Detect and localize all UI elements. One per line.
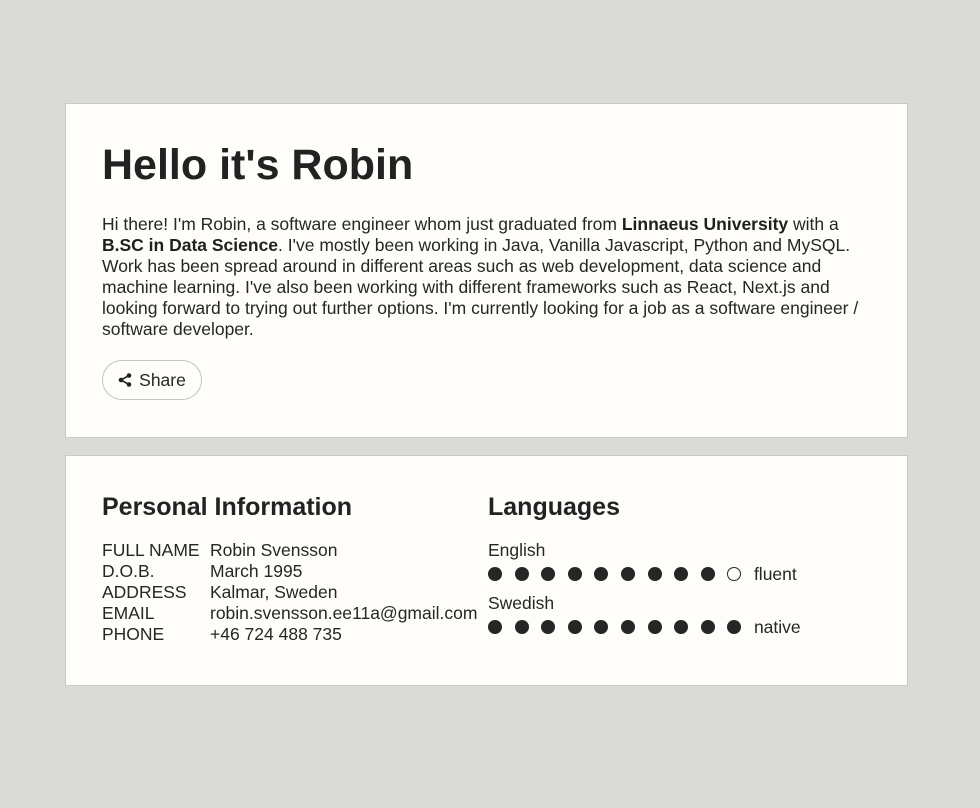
rating-dot-filled xyxy=(567,620,582,634)
info-row-phone: PHONE +46 724 488 735 xyxy=(102,624,477,645)
info-value: Kalmar, Sweden xyxy=(210,582,338,602)
share-icon xyxy=(118,373,132,387)
personal-info-title: Personal Information xyxy=(102,493,353,521)
rating-dot-filled xyxy=(647,620,662,634)
rating-dot-empty xyxy=(727,567,742,581)
university-name: Linnaeus University xyxy=(621,214,789,234)
bio-text: Hi there! I'm Robin, a software engineer… xyxy=(102,214,874,340)
rating-dots xyxy=(488,620,754,634)
rating-dot-filled xyxy=(488,620,502,634)
rating-dot-filled xyxy=(647,567,662,581)
language-level: fluent xyxy=(753,563,797,584)
rating-dot-filled xyxy=(620,567,635,581)
rating-dot-filled xyxy=(567,567,582,581)
share-button-label: Share xyxy=(139,369,186,390)
info-key: EMAIL xyxy=(102,603,155,623)
info-key: FULL NAME xyxy=(102,540,200,560)
info-row-email: EMAIL robin.svensson.ee11a@gmail.com xyxy=(102,603,477,624)
info-row-full-name: FULL NAME Robin Svensson xyxy=(102,540,477,561)
rating-dot-filled xyxy=(594,567,609,581)
info-key: D.O.B. xyxy=(102,561,155,581)
personal-info-table: FULL NAME Robin Svensson D.O.B. March 19… xyxy=(102,540,477,645)
rating-dot-filled xyxy=(541,567,556,581)
info-row-address: ADDRESS Kalmar, Sweden xyxy=(102,582,477,603)
info-value: +46 724 488 735 xyxy=(210,624,342,644)
rating-dots xyxy=(488,567,754,581)
rating-dot-filled xyxy=(700,620,715,634)
info-value: Robin Svensson xyxy=(210,540,338,560)
intro-card: Hello it's Robin Hi there! I'm Robin, a … xyxy=(65,103,908,438)
languages-title: Languages xyxy=(488,493,620,521)
rating-dot-filled xyxy=(620,620,635,634)
rating-dot-filled xyxy=(727,620,742,634)
rating-dot-filled xyxy=(488,567,502,581)
language-rating: fluent xyxy=(488,561,797,587)
language-name: Swedish xyxy=(488,593,555,613)
share-button[interactable]: Share xyxy=(102,360,202,400)
degree-name: B.SC in Data Science xyxy=(102,235,279,255)
language-rating: native xyxy=(488,614,801,640)
rating-dot-filled xyxy=(674,620,689,634)
rating-dot-filled xyxy=(674,567,689,581)
info-row-dob: D.O.B. March 1995 xyxy=(102,561,477,582)
bio-text-part: Hi there! I'm Robin, a software engineer… xyxy=(102,214,622,234)
info-card: Personal Information FULL NAME Robin Sve… xyxy=(65,455,908,686)
bio-text-part: with a xyxy=(788,214,839,234)
rating-dot-filled xyxy=(514,620,529,634)
rating-dot-filled xyxy=(700,567,715,581)
page-title: Hello it's Robin xyxy=(102,141,414,189)
language-name: English xyxy=(488,540,546,560)
language-swedish: Swedish native xyxy=(488,593,801,640)
language-english: English fluent xyxy=(488,540,797,587)
language-level: native xyxy=(753,616,801,637)
info-value: March 1995 xyxy=(210,561,303,581)
rating-dot-filled xyxy=(514,567,529,581)
rating-dot-filled xyxy=(594,620,609,634)
info-key: ADDRESS xyxy=(102,582,187,602)
info-key: PHONE xyxy=(102,624,165,644)
rating-dot-filled xyxy=(541,620,556,634)
info-value: robin.svensson.ee11a@gmail.com xyxy=(210,603,478,623)
